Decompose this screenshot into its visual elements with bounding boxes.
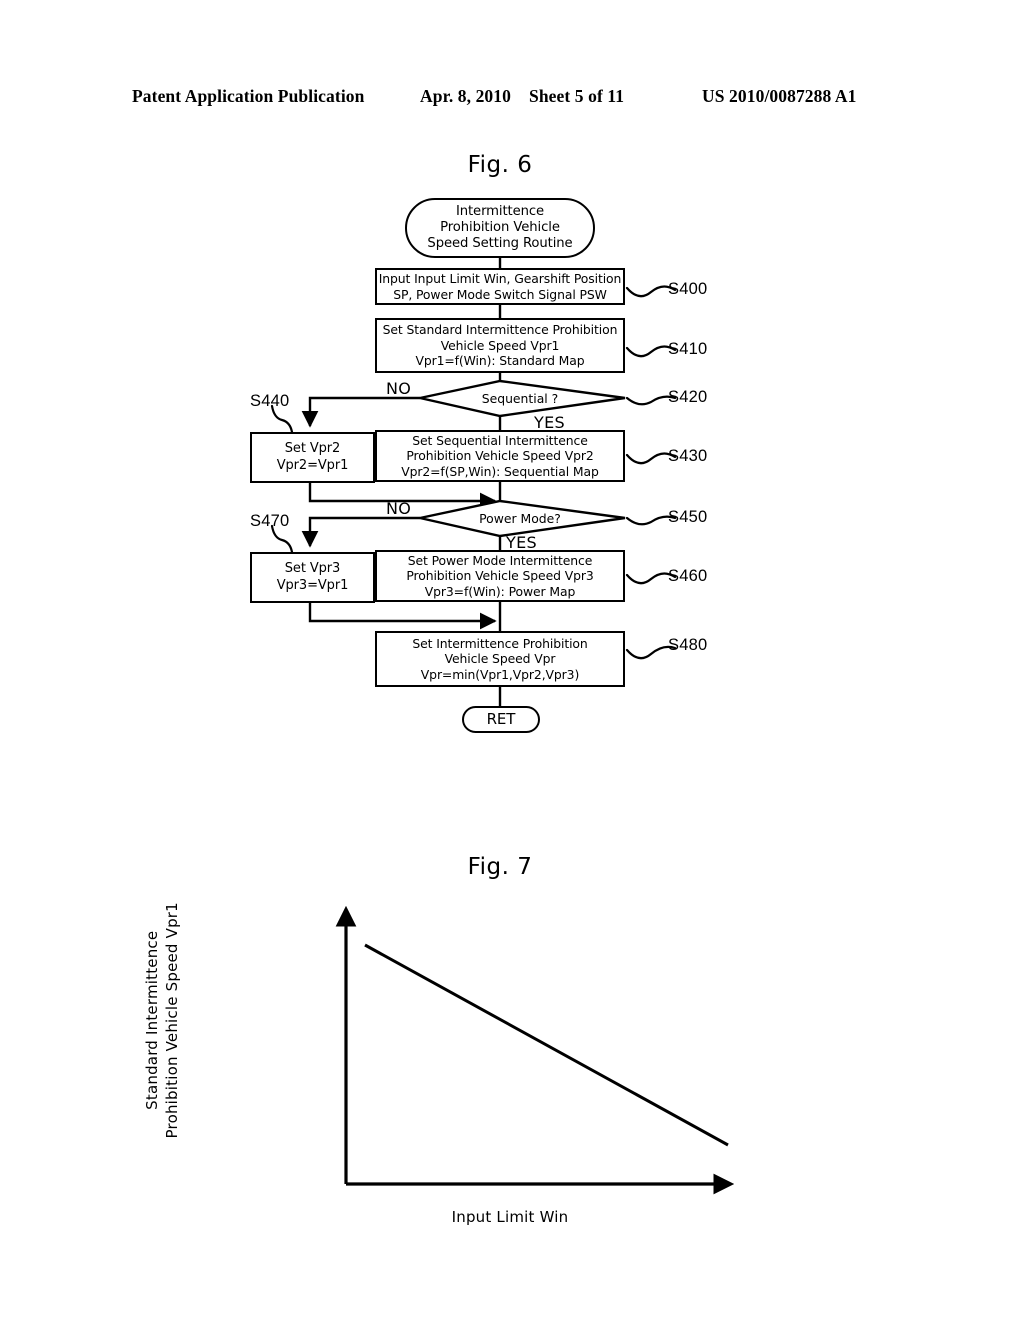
flowchart-decision-s420: Sequential ? <box>481 391 559 406</box>
figure-7-graph: Standard Intermittence Prohibition Vehic… <box>0 820 1024 1260</box>
step-ref-s460: S460 <box>668 567 708 585</box>
flowchart-start-node: Intermittence Prohibition Vehicle Speed … <box>405 198 595 258</box>
edge-label-s450-no: NO <box>386 499 412 518</box>
step-ref-s440: S440 <box>250 392 290 410</box>
flowchart-step-s470: Set Vpr3 Vpr3=Vpr1 <box>250 552 375 603</box>
step-ref-s450: S450 <box>668 508 708 526</box>
flowchart-end-node: RET <box>462 706 540 733</box>
step-ref-s400: S400 <box>668 280 708 298</box>
edge-label-s420-yes: YES <box>534 413 565 432</box>
step-ref-s420: S420 <box>668 388 708 406</box>
step-ref-s410: S410 <box>668 340 708 358</box>
y-axis-label: Standard Intermittence Prohibition Vehic… <box>142 902 181 1139</box>
data-series-vpr1 <box>364 943 729 1147</box>
x-axis-label: Input Limit Win <box>451 1208 569 1226</box>
edge-label-s450-yes: YES <box>506 533 537 552</box>
edge-label-s420-no: NO <box>386 379 412 398</box>
flowchart-step-s430: Set Sequential Intermittence Prohibition… <box>375 430 625 482</box>
flowchart-step-s440: Set Vpr2 Vpr2=Vpr1 <box>250 432 375 483</box>
figure-6-flowchart: Intermittence Prohibition Vehicle Speed … <box>0 0 1024 780</box>
flowchart-step-s480: Set Intermittence Prohibition Vehicle Sp… <box>375 631 625 687</box>
step-ref-s470: S470 <box>250 512 290 530</box>
flowchart-step-s460: Set Power Mode Intermittence Prohibition… <box>375 550 625 602</box>
step-ref-s480: S480 <box>668 636 708 654</box>
step-ref-s430: S430 <box>668 447 708 465</box>
flowchart-decision-s450: Power Mode? <box>479 511 561 526</box>
flowchart-step-s400: Input Input Limit Win, Gearshift Positio… <box>375 268 625 305</box>
flowchart-step-s410: Set Standard Intermittence Prohibition V… <box>375 318 625 373</box>
